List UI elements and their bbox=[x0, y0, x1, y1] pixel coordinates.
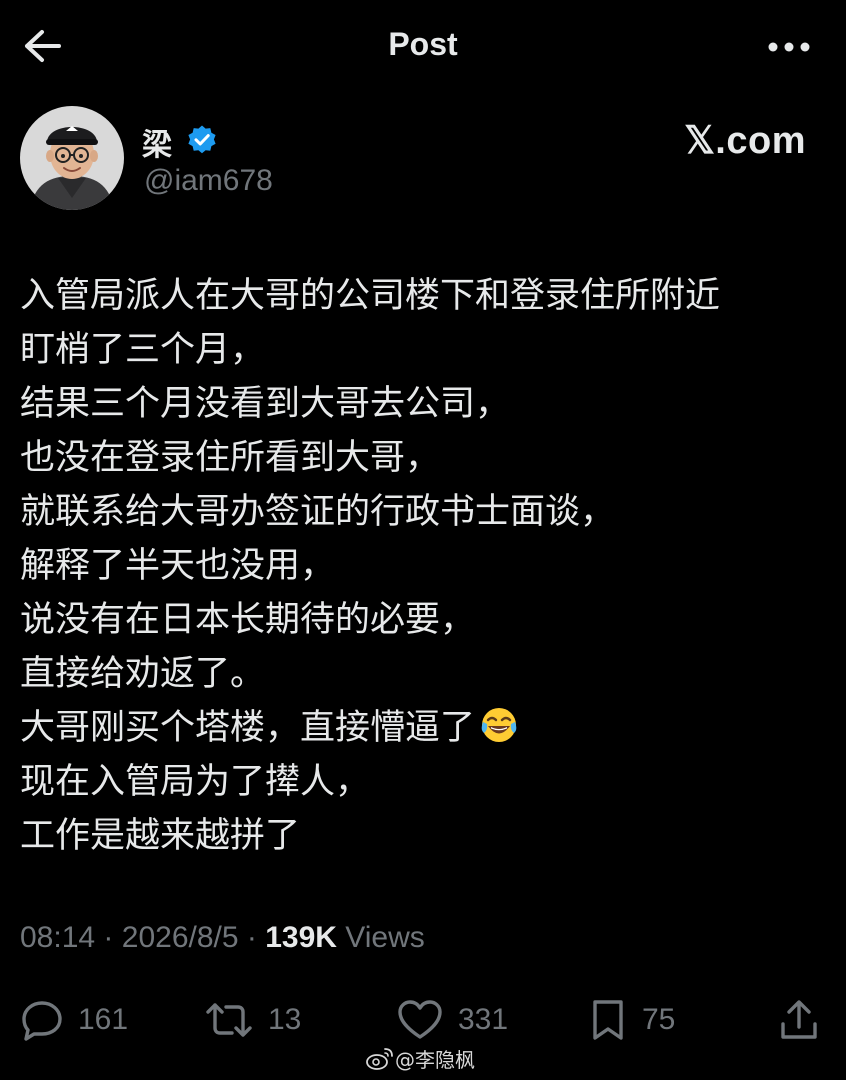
post-line: 直接给劝返了。 bbox=[20, 654, 266, 694]
post-line: 工作是越来越拼了 bbox=[20, 816, 301, 856]
heart-icon bbox=[398, 1000, 442, 1039]
post-date: 2026/8/5 bbox=[121, 921, 239, 954]
like-count: 331 bbox=[458, 1003, 509, 1036]
post-line: 结果三个月没看到大哥去公司， bbox=[20, 384, 511, 424]
post-line: 也没在登录住所看到大哥， bbox=[20, 438, 441, 478]
post-line: 就联系给大哥办签证的行政书士面谈， bbox=[20, 492, 616, 532]
repost-icon bbox=[206, 1003, 252, 1037]
share-button[interactable] bbox=[778, 996, 820, 1044]
like-button[interactable]: 331 bbox=[396, 996, 508, 1044]
post-line: 现在入管局为了撵人， bbox=[20, 762, 371, 802]
views-label: Views bbox=[345, 921, 425, 954]
weibo-logo-icon bbox=[366, 1047, 393, 1070]
post-meta: 08:14 · 2026/8/5 · 139K Views bbox=[20, 921, 425, 955]
post-text: 入管局派人在大哥的公司楼下和登录住所附近 盯梢了三个月， 结果三个月没看到大哥去… bbox=[20, 269, 830, 863]
meta-separator: · bbox=[246, 921, 257, 954]
post-line-text: 大哥刚买个塔楼，直接懵逼了 bbox=[20, 708, 476, 748]
more-options-button[interactable] bbox=[764, 28, 814, 66]
share-icon bbox=[781, 1000, 817, 1039]
page-title: Post bbox=[388, 26, 458, 62]
reply-icon bbox=[22, 1001, 62, 1041]
meta-separator: · bbox=[103, 921, 114, 954]
user-handle[interactable]: @iam678 bbox=[144, 164, 273, 198]
post-line-with-emoji: 大哥刚买个塔楼，直接懵逼了 bbox=[20, 701, 830, 755]
post-line: 入管局派人在大哥的公司楼下和登录住所附近 bbox=[20, 276, 721, 316]
more-horizontal-icon bbox=[768, 42, 810, 52]
face-with-tears-of-joy-emoji-icon bbox=[481, 708, 517, 742]
bookmark-button[interactable]: 75 bbox=[588, 996, 675, 1044]
avatar[interactable] bbox=[20, 106, 124, 210]
views-count[interactable]: 139K bbox=[265, 921, 337, 954]
verified-badge-icon bbox=[188, 125, 216, 154]
reply-button[interactable]: 161 bbox=[20, 996, 128, 1044]
top-bar: Post bbox=[0, 0, 846, 94]
post-line: 说没有在日本长期待的必要， bbox=[20, 600, 476, 640]
repost-button[interactable]: 13 bbox=[204, 996, 301, 1044]
post-line: 盯梢了三个月， bbox=[20, 330, 266, 370]
bookmark-count: 75 bbox=[642, 1003, 676, 1036]
reply-count: 161 bbox=[78, 1003, 129, 1036]
repost-count: 13 bbox=[268, 1003, 302, 1036]
post-line: 解释了半天也没用， bbox=[20, 546, 336, 586]
post-time: 08:14 bbox=[20, 921, 96, 954]
display-name[interactable]: 梁 bbox=[142, 120, 172, 164]
weibo-watermark-text: @李隐枫 bbox=[395, 1048, 475, 1072]
action-bar: 161 13 331 75 bbox=[0, 990, 846, 1050]
bookmark-icon bbox=[593, 1000, 623, 1040]
x-com-watermark: 𝕏.com bbox=[684, 120, 806, 162]
avatar-image bbox=[20, 106, 124, 210]
weibo-watermark: @李隐枫 bbox=[365, 1044, 475, 1073]
